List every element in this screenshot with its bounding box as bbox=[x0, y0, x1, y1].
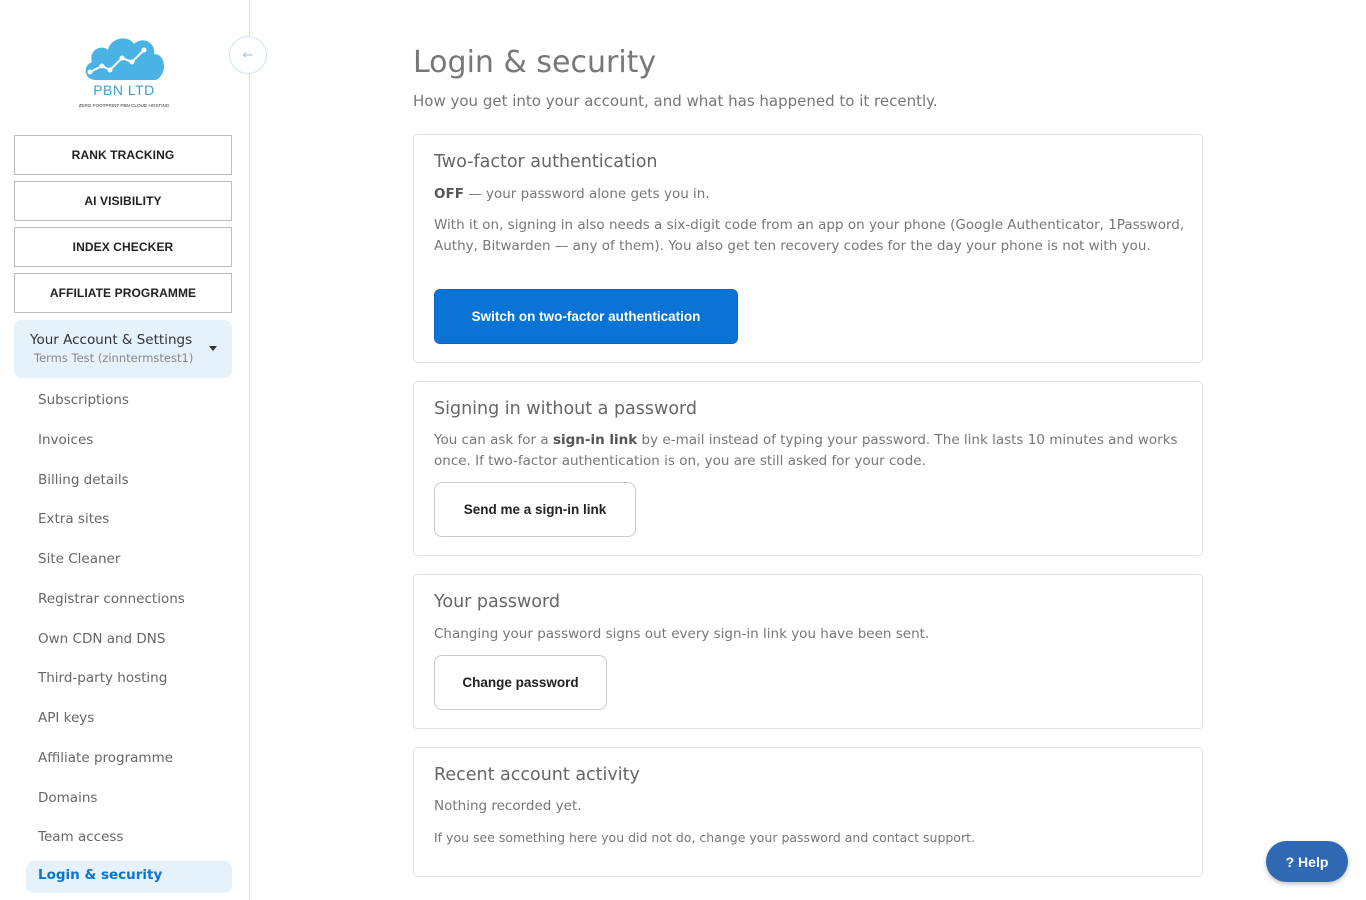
sidebar: PBN LTD ZERO FOOTPRINT PBN CLOUD HOSTING… bbox=[0, 0, 250, 900]
passwordless-text-before: You can ask for a bbox=[434, 432, 553, 448]
passwordless-text-bold: sign-in link bbox=[552, 432, 638, 448]
change-password-button[interactable]: Change password bbox=[434, 655, 607, 710]
sidebar-item-own-cdn-dns[interactable]: Own CDN and DNS bbox=[38, 629, 165, 649]
send-sign-in-link-button[interactable]: Send me a sign-in link bbox=[434, 482, 636, 537]
brand-tagline: ZERO FOOTPRINT PBN CLOUD HOSTING bbox=[78, 103, 170, 108]
sidebar-item-login-security[interactable]: Login & security bbox=[26, 861, 232, 893]
account-settings-title: Your Account & Settings bbox=[30, 332, 193, 348]
arrow-left-icon: ← bbox=[242, 47, 254, 63]
passwordless-card: Signing in without a password You can as… bbox=[413, 381, 1203, 556]
sidebar-item-registrar-connections[interactable]: Registrar connections bbox=[38, 589, 185, 609]
activity-empty-text: Nothing recorded yet. bbox=[434, 798, 582, 814]
nav-affiliate-programme-button[interactable]: AFFILIATE PROGRAMME bbox=[14, 273, 232, 313]
account-settings-toggle[interactable]: Your Account & Settings Terms Test (zinn… bbox=[14, 320, 232, 378]
sidebar-item-team-access[interactable]: Team access bbox=[38, 827, 123, 847]
two-factor-card: Two-factor authentication OFF — your pas… bbox=[413, 134, 1203, 363]
passwordless-description: You can ask for a sign-in link by e-mail… bbox=[434, 430, 1186, 472]
activity-title: Recent account activity bbox=[434, 765, 640, 785]
two-factor-status-line: OFF — your password alone gets you in. bbox=[434, 184, 1186, 205]
sidebar-item-invoices[interactable]: Invoices bbox=[38, 430, 93, 450]
page-subtitle: How you get into your account, and what … bbox=[413, 92, 938, 110]
two-factor-title: Two-factor authentication bbox=[434, 152, 658, 172]
nav-rank-tracking-button[interactable]: RANK TRACKING bbox=[14, 135, 232, 175]
passwordless-title: Signing in without a password bbox=[434, 399, 698, 419]
sidebar-item-billing-details[interactable]: Billing details bbox=[38, 470, 129, 490]
sidebar-item-site-cleaner[interactable]: Site Cleaner bbox=[38, 549, 120, 569]
two-factor-description: With it on, signing in also needs a six-… bbox=[434, 217, 1185, 254]
sidebar-item-subscriptions[interactable]: Subscriptions bbox=[38, 390, 129, 410]
sidebar-item-domains[interactable]: Domains bbox=[38, 788, 97, 808]
collapse-sidebar-button[interactable]: ← bbox=[229, 36, 267, 74]
account-user-name: Terms Test (zinntermstest1) bbox=[34, 351, 194, 365]
activity-note: If you see something here you did not do… bbox=[434, 830, 975, 845]
nav-index-checker-button[interactable]: INDEX CHECKER bbox=[14, 227, 232, 267]
password-description: Changing your password signs out every s… bbox=[434, 626, 930, 642]
help-button[interactable]: ? Help bbox=[1266, 841, 1348, 882]
password-card: Your password Changing your password sig… bbox=[413, 574, 1203, 729]
sidebar-item-api-keys[interactable]: API keys bbox=[38, 708, 94, 728]
activity-card: Recent account activity Nothing recorded… bbox=[413, 747, 1203, 877]
password-title: Your password bbox=[434, 592, 561, 612]
brand-logo[interactable]: PBN LTD ZERO FOOTPRINT PBN CLOUD HOSTING bbox=[78, 30, 170, 114]
two-factor-status-text: — your password alone gets you in. bbox=[463, 186, 710, 202]
nav-ai-visibility-button[interactable]: AI VISIBILITY bbox=[14, 181, 232, 221]
enable-two-factor-button[interactable]: Switch on two-factor authentication bbox=[434, 289, 738, 344]
sidebar-item-third-party-hosting[interactable]: Third-party hosting bbox=[38, 668, 167, 688]
sidebar-item-affiliate-programme[interactable]: Affiliate programme bbox=[38, 748, 173, 768]
page-title: Login & security bbox=[413, 45, 657, 80]
two-factor-status: OFF bbox=[434, 186, 464, 202]
cloud-chart-icon bbox=[85, 38, 165, 80]
sidebar-item-extra-sites[interactable]: Extra sites bbox=[38, 509, 109, 529]
sidebar-item-label: Login & security bbox=[38, 867, 163, 883]
caret-down-icon bbox=[209, 346, 217, 351]
brand-name: PBN LTD bbox=[93, 82, 155, 98]
